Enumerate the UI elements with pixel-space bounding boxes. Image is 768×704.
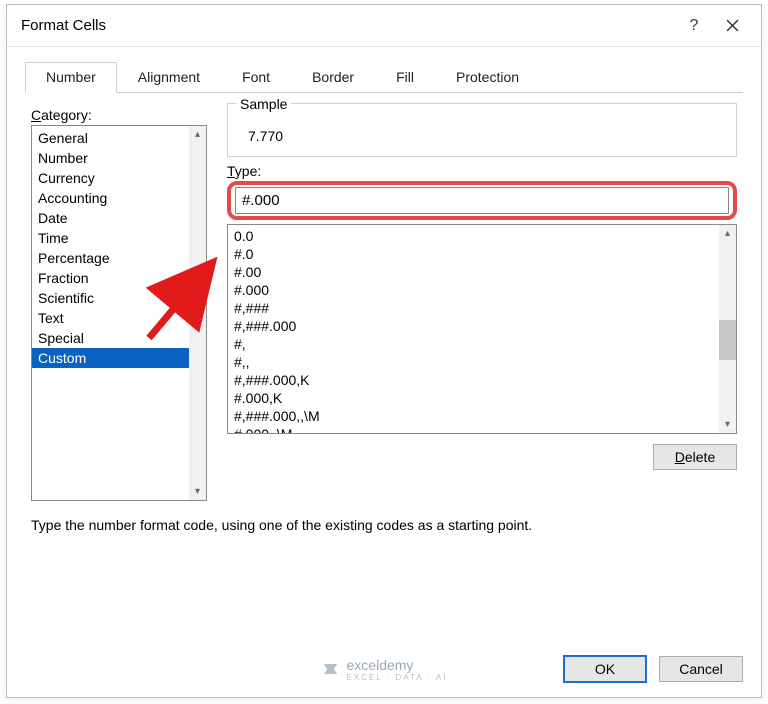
category-item-text[interactable]: Text [32, 308, 206, 328]
category-item-scientific[interactable]: Scientific [32, 288, 206, 308]
scroll-down-icon[interactable]: ▾ [189, 483, 206, 500]
category-item-accounting[interactable]: Accounting [32, 188, 206, 208]
brand-icon [321, 659, 341, 679]
category-item-general[interactable]: General [32, 128, 206, 148]
type-label: Type: [227, 163, 737, 179]
tab-number[interactable]: Number [25, 62, 117, 93]
type-option[interactable]: #,###.000,K [234, 371, 736, 389]
type-option[interactable]: #.000 [234, 281, 736, 299]
category-item-time[interactable]: Time [32, 228, 206, 248]
close-button[interactable] [713, 10, 751, 42]
category-item-date[interactable]: Date [32, 208, 206, 228]
category-item-custom[interactable]: Custom [32, 348, 206, 368]
type-option[interactable]: #,, [234, 353, 736, 371]
type-option[interactable]: 0.0 [234, 227, 736, 245]
dialog-title: Format Cells [21, 17, 675, 34]
watermark: exceldemy EXCEL · DATA · AI [321, 657, 448, 682]
type-listbox[interactable]: 0.0 #.0 #.00 #.000 #,### #,###.000 #, #,… [227, 224, 737, 434]
sample-value: 7.770 [238, 126, 726, 146]
number-panel: Category: General Number Currency Accoun… [25, 93, 743, 501]
scroll-track[interactable] [719, 242, 736, 416]
cancel-button[interactable]: Cancel [659, 656, 743, 682]
type-option[interactable]: #,### [234, 299, 736, 317]
hint-text: Type the number format code, using one o… [31, 517, 741, 533]
titlebar: Format Cells ? [7, 5, 761, 47]
category-scrollbar[interactable]: ▴ ▾ [189, 126, 206, 500]
type-option[interactable]: #.0 [234, 245, 736, 263]
dialog-content: Number Alignment Font Border Fill Protec… [7, 47, 761, 533]
tab-font[interactable]: Font [221, 62, 291, 93]
delete-button[interactable]: Delete [653, 444, 737, 470]
category-item-currency[interactable]: Currency [32, 168, 206, 188]
category-item-percentage[interactable]: Percentage [32, 248, 206, 268]
scroll-up-icon[interactable]: ▴ [719, 225, 736, 242]
type-option[interactable]: #,###.000 [234, 317, 736, 335]
scroll-track[interactable] [189, 143, 206, 483]
help-button[interactable]: ? [675, 10, 713, 42]
type-option[interactable]: #,###.000,,\M [234, 407, 736, 425]
category-item-fraction[interactable]: Fraction [32, 268, 206, 288]
close-icon [726, 19, 739, 32]
ok-button[interactable]: OK [563, 655, 647, 683]
category-item-number[interactable]: Number [32, 148, 206, 168]
sample-group: Sample 7.770 [227, 103, 737, 157]
format-cells-dialog: Format Cells ? Number Alignment Font Bor… [6, 4, 762, 698]
tab-fill[interactable]: Fill [375, 62, 435, 93]
type-option[interactable]: #.000,K [234, 389, 736, 407]
scroll-thumb[interactable] [719, 320, 736, 360]
brand-name: exceldemy [347, 657, 414, 673]
category-item-special[interactable]: Special [32, 328, 206, 348]
type-input-highlight [227, 181, 737, 220]
category-column: Category: General Number Currency Accoun… [31, 103, 207, 501]
category-listbox[interactable]: General Number Currency Accounting Date … [31, 125, 207, 501]
scroll-up-icon[interactable]: ▴ [189, 126, 206, 143]
dialog-footer: exceldemy EXCEL · DATA · AI OK Cancel [7, 645, 761, 697]
sample-label: Sample [236, 96, 291, 112]
tab-protection[interactable]: Protection [435, 62, 540, 93]
type-input[interactable] [235, 187, 729, 214]
type-option[interactable]: #, [234, 335, 736, 353]
details-column: Sample 7.770 Type: 0.0 #.0 #.00 #.000 #,… [227, 103, 737, 501]
type-option[interactable]: #.000,,\M [234, 425, 736, 434]
brand-sub: EXCEL · DATA · AI [347, 673, 448, 682]
scroll-down-icon[interactable]: ▾ [719, 416, 736, 433]
tab-alignment[interactable]: Alignment [117, 62, 221, 93]
tab-border[interactable]: Border [291, 62, 375, 93]
type-scrollbar[interactable]: ▴ ▾ [719, 225, 736, 433]
tab-bar: Number Alignment Font Border Fill Protec… [25, 61, 743, 93]
category-label: Category: [31, 107, 207, 123]
type-option[interactable]: #.00 [234, 263, 736, 281]
